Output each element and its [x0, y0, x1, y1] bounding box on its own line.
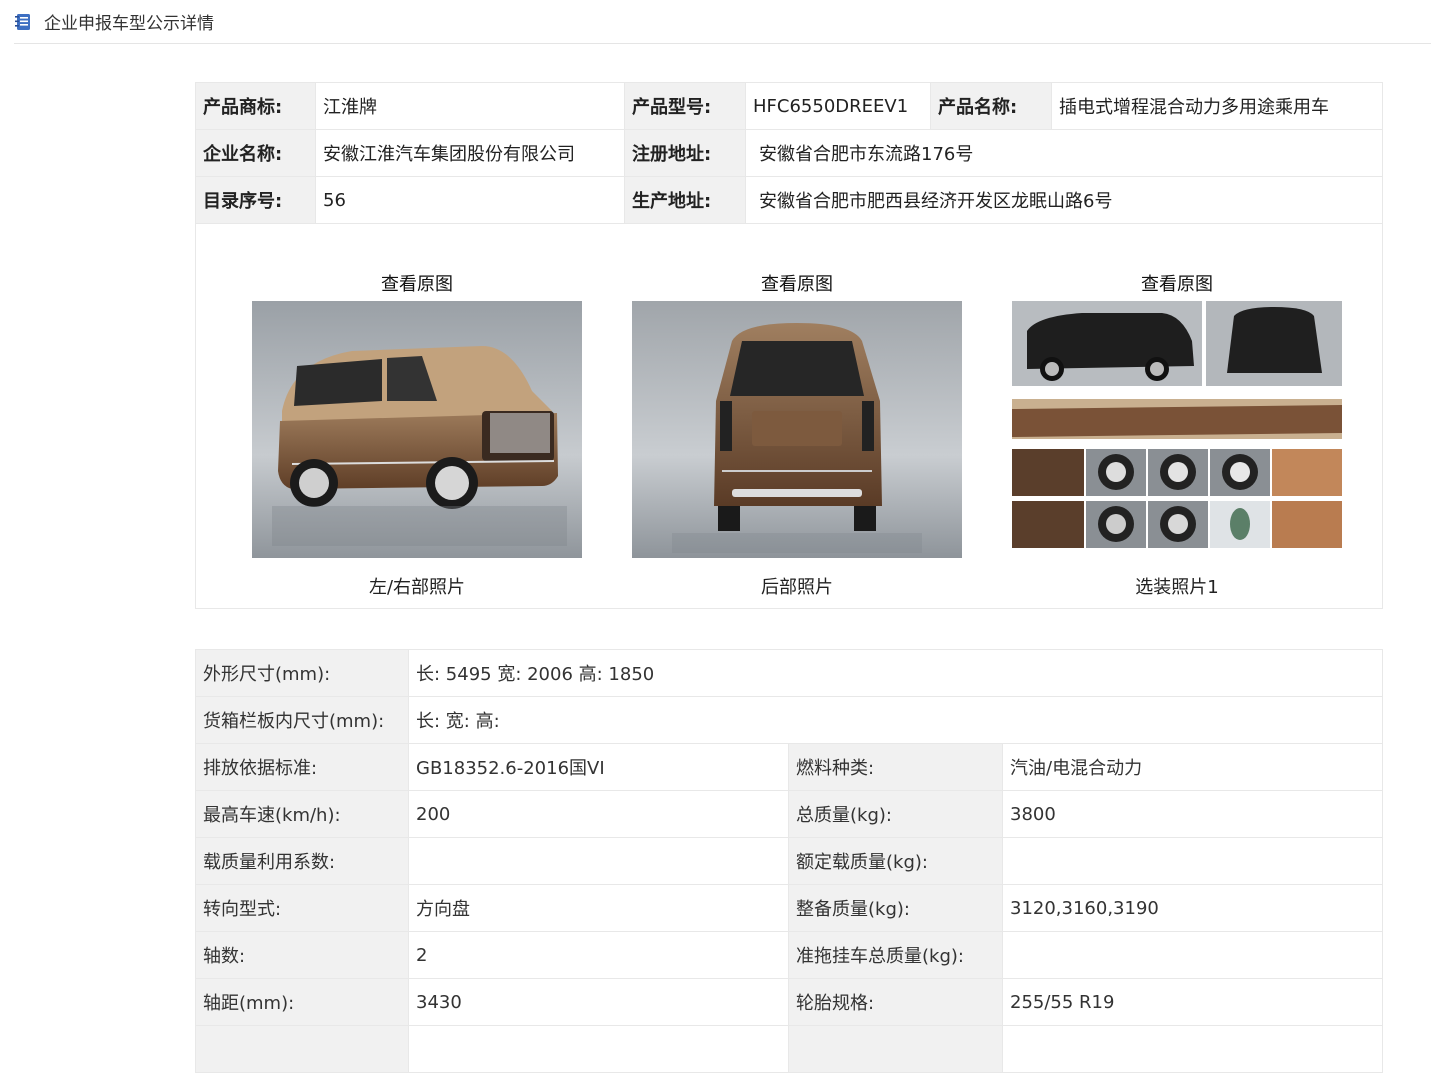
photo-caption: 后部照片: [761, 577, 833, 598]
table-row: 外形尺寸(mm): 长: 5495 宽: 2006 高: 1850: [195, 649, 1384, 697]
dimensions-label: 外形尺寸(mm):: [195, 649, 409, 697]
table-cell-empty: [408, 1025, 789, 1073]
photo-caption: 左/右部照片: [368, 577, 466, 598]
table-cell-empty: [195, 1025, 409, 1073]
table-row: 最高车速(km/h): 200 总质量(kg): 3800: [195, 790, 1384, 838]
photo-row: 查看原图 左/右部照片 查看原图 后部照片 查看原图 选装照片1: [195, 223, 1383, 609]
cargo-dimensions-label: 货箱栏板内尺寸(mm):: [195, 696, 409, 744]
emission-label: 排放依据标准:: [195, 743, 409, 791]
rear-photo-image[interactable]: [632, 301, 962, 558]
table-row: 载质量利用系数: 额定载质量(kg):: [195, 837, 1384, 885]
brand-value: 江淮牌: [315, 82, 625, 130]
product-name-label: 产品名称:: [930, 82, 1052, 130]
table-cell-empty: [788, 1025, 1003, 1073]
table-row: 产品商标: 江淮牌 产品型号: HFC6550DREEV1 产品名称: 插电式增…: [195, 82, 1383, 130]
load-coefficient-value: [408, 837, 789, 885]
spec-table: 外形尺寸(mm): 长: 5495 宽: 2006 高: 1850 货箱栏板内尺…: [195, 649, 1384, 1073]
prod-address-value: 安徽省合肥市肥西县经济开发区龙眠山路6号: [745, 176, 1383, 224]
rated-load-label: 额定载质量(kg):: [788, 837, 1003, 885]
tire-spec-value: 255/55 R19: [1001, 978, 1384, 1026]
load-coefficient-label: 载质量利用系数:: [195, 837, 409, 885]
product-name-value: 插电式增程混合动力多用途乘用车: [1051, 82, 1383, 130]
cargo-dimensions-value: 长: 宽: 高:: [407, 696, 1384, 744]
axle-count-value: 2: [408, 931, 789, 979]
table-cell-empty: [1001, 1025, 1384, 1073]
company-label: 企业名称:: [195, 129, 316, 177]
curb-mass-value: 3120,3160,3190: [1001, 884, 1384, 932]
view-original-link[interactable]: 查看原图: [632, 270, 962, 296]
dimensions-value: 长: 5495 宽: 2006 高: 1850: [407, 649, 1384, 697]
total-mass-label: 总质量(kg):: [788, 790, 1003, 838]
rated-load-value: [1001, 837, 1384, 885]
catalog-value: 56: [315, 176, 625, 224]
view-original-link[interactable]: 查看原图: [252, 270, 582, 296]
prod-address-label: 生产地址:: [624, 176, 746, 224]
model-label: 产品型号:: [624, 82, 746, 130]
company-value: 安徽江淮汽车集团股份有限公司: [315, 129, 625, 177]
photo-caption: 选装照片1: [1135, 577, 1219, 598]
wheelbase-value: 3430: [408, 978, 789, 1026]
options-photo-image[interactable]: [1012, 301, 1342, 558]
view-original-link[interactable]: 查看原图: [1012, 270, 1342, 296]
brand-label: 产品商标:: [195, 82, 316, 130]
model-value: HFC6550DREEV1: [745, 82, 931, 130]
axle-count-label: 轴数:: [195, 931, 409, 979]
steering-label: 转向型式:: [195, 884, 409, 932]
side-photo-image[interactable]: [252, 301, 582, 558]
trailer-mass-value: [1001, 931, 1384, 979]
reg-address-value: 安徽省合肥市东流路176号: [745, 129, 1383, 177]
emission-value: GB18352.6-2016国VI: [408, 743, 789, 791]
table-row: [195, 1025, 1384, 1073]
fuel-label: 燃料种类:: [788, 743, 1003, 791]
total-mass-value: 3800: [1001, 790, 1384, 838]
fuel-value: 汽油/电混合动力: [1001, 743, 1384, 791]
page-header: 企业申报车型公示详情: [14, 0, 1431, 44]
reg-address-label: 注册地址:: [624, 129, 746, 177]
max-speed-value: 200: [408, 790, 789, 838]
tire-spec-label: 轮胎规格:: [788, 978, 1003, 1026]
table-row: 货箱栏板内尺寸(mm): 长: 宽: 高:: [195, 696, 1384, 744]
page-title: 企业申报车型公示详情: [44, 14, 214, 34]
table-row: 轴数: 2 准拖挂车总质量(kg):: [195, 931, 1384, 979]
table-row: 轴距(mm): 3430 轮胎规格: 255/55 R19: [195, 978, 1384, 1026]
table-row: 企业名称: 安徽江淮汽车集团股份有限公司 注册地址: 安徽省合肥市东流路176号: [195, 129, 1383, 177]
wheelbase-label: 轴距(mm):: [195, 978, 409, 1026]
steering-value: 方向盘: [408, 884, 789, 932]
table-row: 转向型式: 方向盘 整备质量(kg): 3120,3160,3190: [195, 884, 1384, 932]
catalog-label: 目录序号:: [195, 176, 316, 224]
curb-mass-label: 整备质量(kg):: [788, 884, 1003, 932]
notebook-icon: [14, 13, 32, 31]
trailer-mass-label: 准拖挂车总质量(kg):: [788, 931, 1003, 979]
photo-gallery: 查看原图 左/右部照片 查看原图 后部照片 查看原图 选装照片1: [195, 223, 1383, 609]
table-row: 排放依据标准: GB18352.6-2016国VI 燃料种类: 汽油/电混合动力: [195, 743, 1384, 791]
vehicle-info-table: 产品商标: 江淮牌 产品型号: HFC6550DREEV1 产品名称: 插电式增…: [195, 82, 1383, 609]
table-row: 目录序号: 56 生产地址: 安徽省合肥市肥西县经济开发区龙眠山路6号: [195, 176, 1383, 224]
max-speed-label: 最高车速(km/h):: [195, 790, 409, 838]
